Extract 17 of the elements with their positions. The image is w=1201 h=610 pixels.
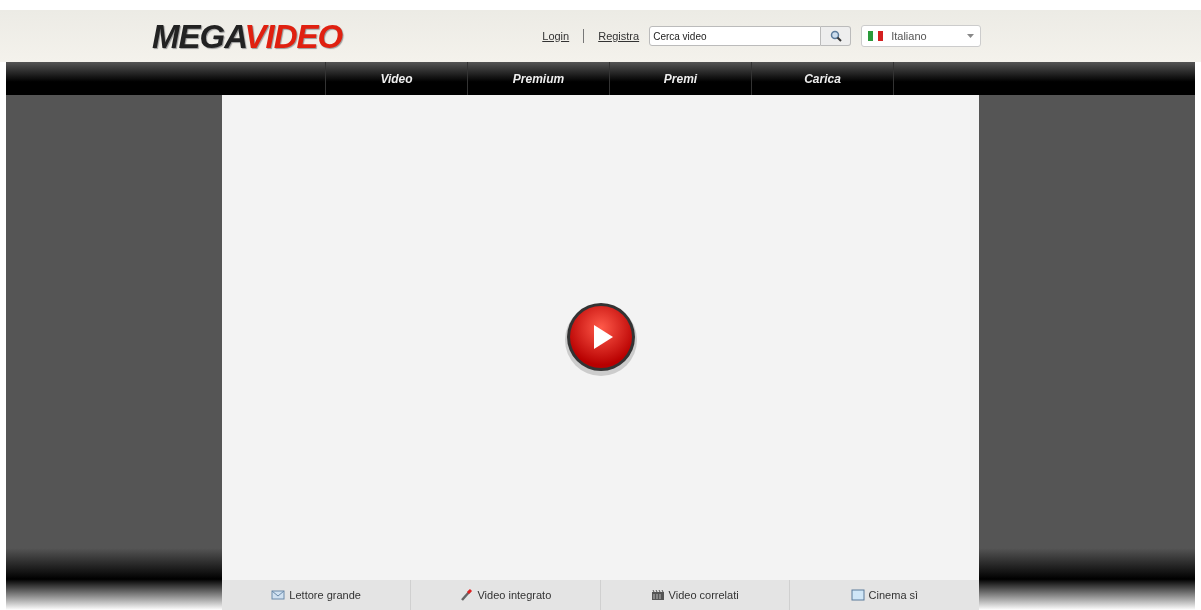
register-link[interactable]: Registra (598, 30, 640, 42)
toolbar-button[interactable]: Lettore grande (222, 580, 412, 610)
logo[interactable]: MEGAVIDEO (152, 19, 343, 53)
caret-icon (967, 34, 975, 38)
language-dropdown[interactable]: Italiano (861, 25, 982, 47)
screen-icon (850, 588, 865, 602)
toolbar-button[interactable]: Cinema sì (789, 580, 979, 610)
film-icon (650, 588, 665, 602)
toolbar-button[interactable]: Video correlati (600, 580, 790, 610)
search-field[interactable]: Cerca video (649, 26, 822, 46)
search-button[interactable] (821, 26, 852, 46)
toolbar-button[interactable]: Video integrato (411, 580, 601, 610)
search-icon (829, 30, 842, 42)
login-link[interactable]: Login (542, 30, 570, 42)
pencil-icon (459, 588, 474, 602)
flag-icon (868, 31, 884, 41)
mail-icon (271, 588, 286, 602)
